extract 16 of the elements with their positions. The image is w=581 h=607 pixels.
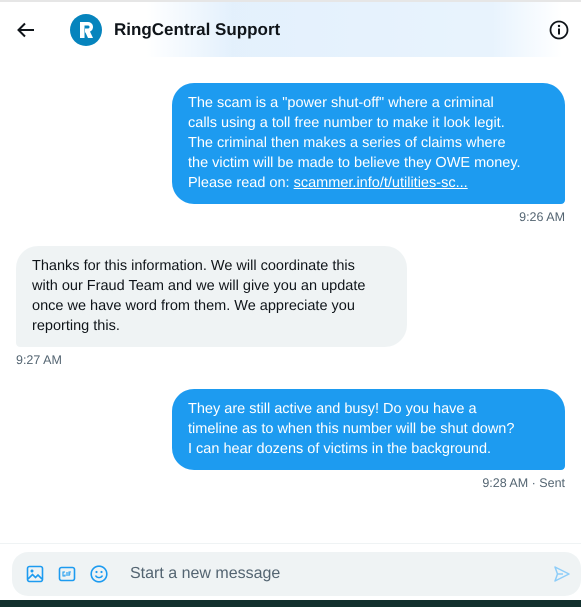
message-input[interactable]: Start a new message xyxy=(128,564,539,584)
logo-avatar-icon xyxy=(70,14,102,46)
message-time: 9:26 AM xyxy=(519,210,565,224)
info-icon[interactable] xyxy=(549,20,569,40)
conversation-title: RingCentral Support xyxy=(114,20,282,40)
message-time: 9:28 AM · Sent xyxy=(482,476,565,490)
emoji-icon[interactable] xyxy=(90,565,108,583)
gif-icon[interactable] xyxy=(58,565,76,583)
image-icon[interactable] xyxy=(26,565,44,583)
message-bubble: The scam is a "power shut-off" where a criminal calls using a toll free number to make it look legit. The criminal then makes a series of claims where the victim will be made to believe they OWE money. Please read on: scammer.info/t/utilities-sc... xyxy=(172,83,565,204)
send-icon[interactable] xyxy=(553,565,571,583)
message-link[interactable]: scammer.info/t/utilities-sc... xyxy=(294,175,468,191)
message-bubble: Thanks for this information. We will coordinate this with our Fraud Team and we will give you an update once we have word from them. We appreciate you reporting this. xyxy=(16,246,407,347)
message-composer[interactable]: Start a new message xyxy=(12,552,581,596)
message-time: 9:27 AM xyxy=(16,353,62,367)
message-bubble: They are still active and busy! Do you have a timeline as to when this number will be shut down? I can hear dozens of victims in the background. xyxy=(172,389,565,470)
